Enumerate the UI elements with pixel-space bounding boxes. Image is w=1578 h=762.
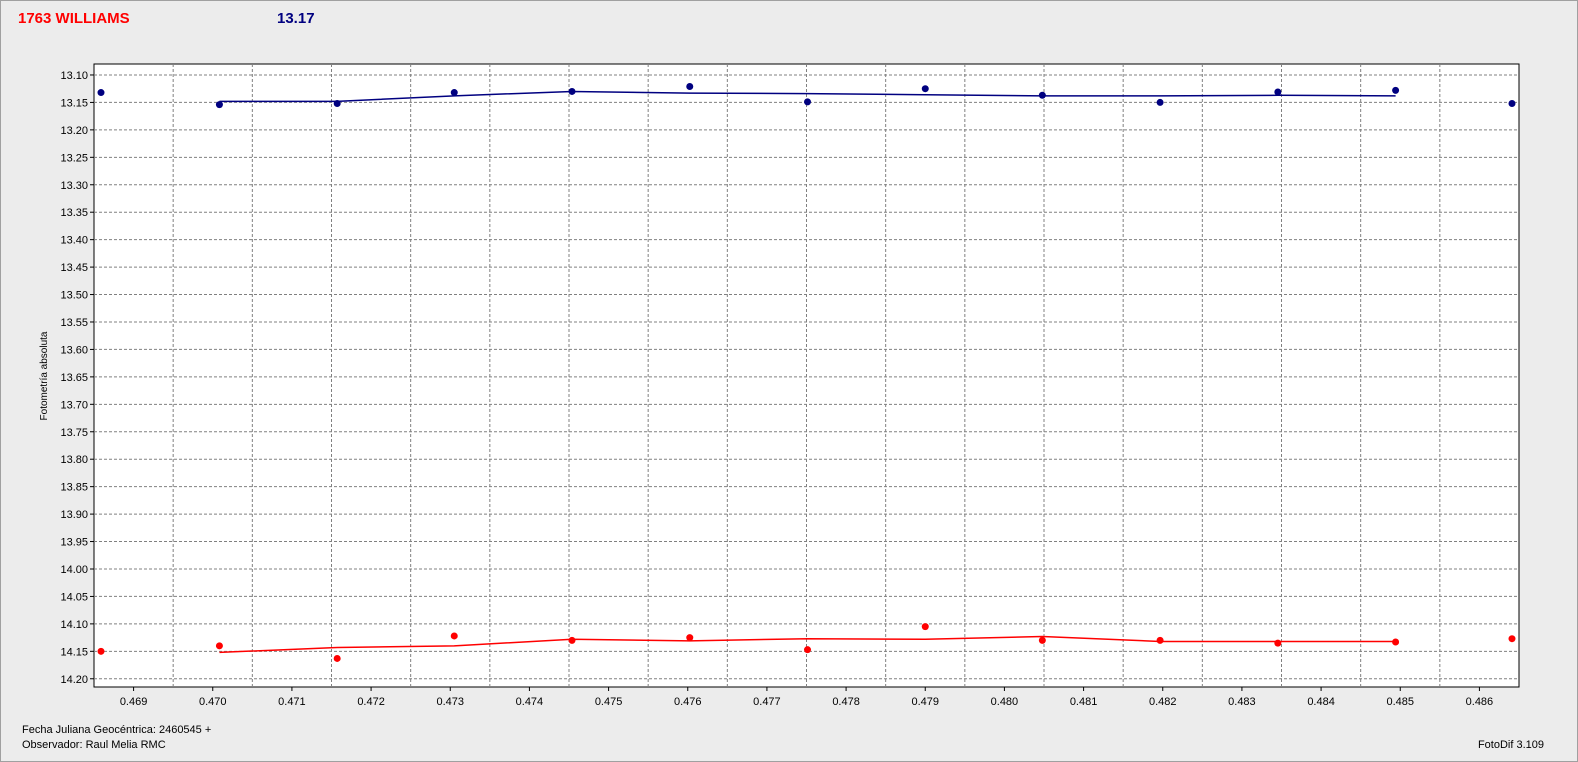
x-tick-label: 0.473 [436,696,464,708]
data-point-blue [97,89,105,97]
data-point-red [97,647,105,655]
data-point-blue [450,89,458,97]
data-point-blue [215,101,223,109]
y-tick-label: 13.30 [60,180,88,192]
data-point-blue [921,85,929,93]
x-tick-label: 0.482 [1149,696,1177,708]
y-tick-label: 13.85 [60,482,88,494]
x-tick-label: 0.480 [991,696,1019,708]
data-point-red [921,623,929,631]
data-point-blue [1508,100,1516,108]
data-point-red [1392,638,1400,646]
x-tick-label: 0.472 [357,696,385,708]
x-tick-label: 0.471 [278,696,306,708]
x-tick-label: 0.470 [199,696,227,708]
data-point-blue [1274,88,1282,96]
y-tick-label: 13.65 [60,372,88,384]
y-tick-label: 13.35 [60,207,88,219]
data-point-red [1038,636,1046,644]
light-curve-chart: 13.10 13.15 13.20 13.25 13.30 13.35 13.40 13.45… [39,63,1520,708]
x-tick-label: 0.481 [1070,696,1098,708]
y-tick-label: 13.25 [60,152,88,164]
data-point-red [450,632,458,640]
y-tick-label: 13.20 [60,125,88,137]
data-point-red [1274,639,1282,647]
y-tick-label: 14.15 [60,646,88,658]
data-point-red [333,654,341,662]
software-version: FotoDif 3.109 [1477,739,1544,751]
y-tick-label: 13.10 [60,70,88,82]
y-tick-label: 14.20 [60,674,88,686]
data-point-red [686,634,694,642]
data-point-red [1156,636,1164,644]
y-tick-label: 14.10 [60,619,88,631]
x-tick-label: 0.479 [911,696,939,708]
y-tick-label: 13.95 [60,537,88,549]
x-tick-label: 0.476 [674,696,702,708]
observer-label: Observador: Raul Melia RMC [22,739,166,751]
x-tick-label: 0.484 [1307,696,1335,708]
y-tick-labels: 13.10 13.15 13.20 13.25 13.30 13.35 13.40 13.45… [60,70,88,686]
y-tick-label: 13.60 [60,344,88,356]
y-tick-label: 13.50 [60,290,88,302]
x-tick-label: 0.478 [832,696,860,708]
data-point-red [215,642,223,650]
y-tick-label: 13.55 [60,317,88,329]
x-tick-label: 0.475 [595,696,623,708]
data-point-blue [333,100,341,108]
x-tick-label: 0.474 [516,696,544,708]
y-tick-label: 13.45 [60,262,88,274]
data-point-blue [1038,91,1046,99]
y-tick-label: 14.05 [60,591,88,603]
y-tick-label: 13.90 [60,509,88,521]
x-tick-label: 0.483 [1228,696,1256,708]
x-tick-label: 0.485 [1386,696,1414,708]
data-point-blue [568,87,576,95]
data-point-blue [686,83,694,91]
x-tick-label: 0.469 [120,696,148,708]
x-tick-label: 0.477 [753,696,781,708]
data-point-red [804,646,812,654]
data-point-blue [1392,86,1400,94]
data-point-blue [1156,98,1164,106]
y-tick-label: 13.80 [60,454,88,466]
y-tick-label: 13.40 [60,235,88,247]
y-tick-label: 14.00 [60,564,88,576]
data-point-red [1508,635,1516,643]
y-tick-label: 13.15 [60,97,88,109]
y-tick-label: 13.75 [60,427,88,439]
x-tick-labels: 0.469 0.470 0.471 0.472 0.473 0.474 0.475 0.476… [120,696,1493,708]
data-point-red [568,636,576,644]
y-axis-label: Fotometría absoluta [39,331,50,420]
data-point-blue [804,98,812,106]
julian-date-label: Fecha Juliana Geocéntrica: 2460545 + [22,724,212,736]
x-tick-label: 0.486 [1466,696,1494,708]
y-tick-label: 13.70 [60,399,88,411]
